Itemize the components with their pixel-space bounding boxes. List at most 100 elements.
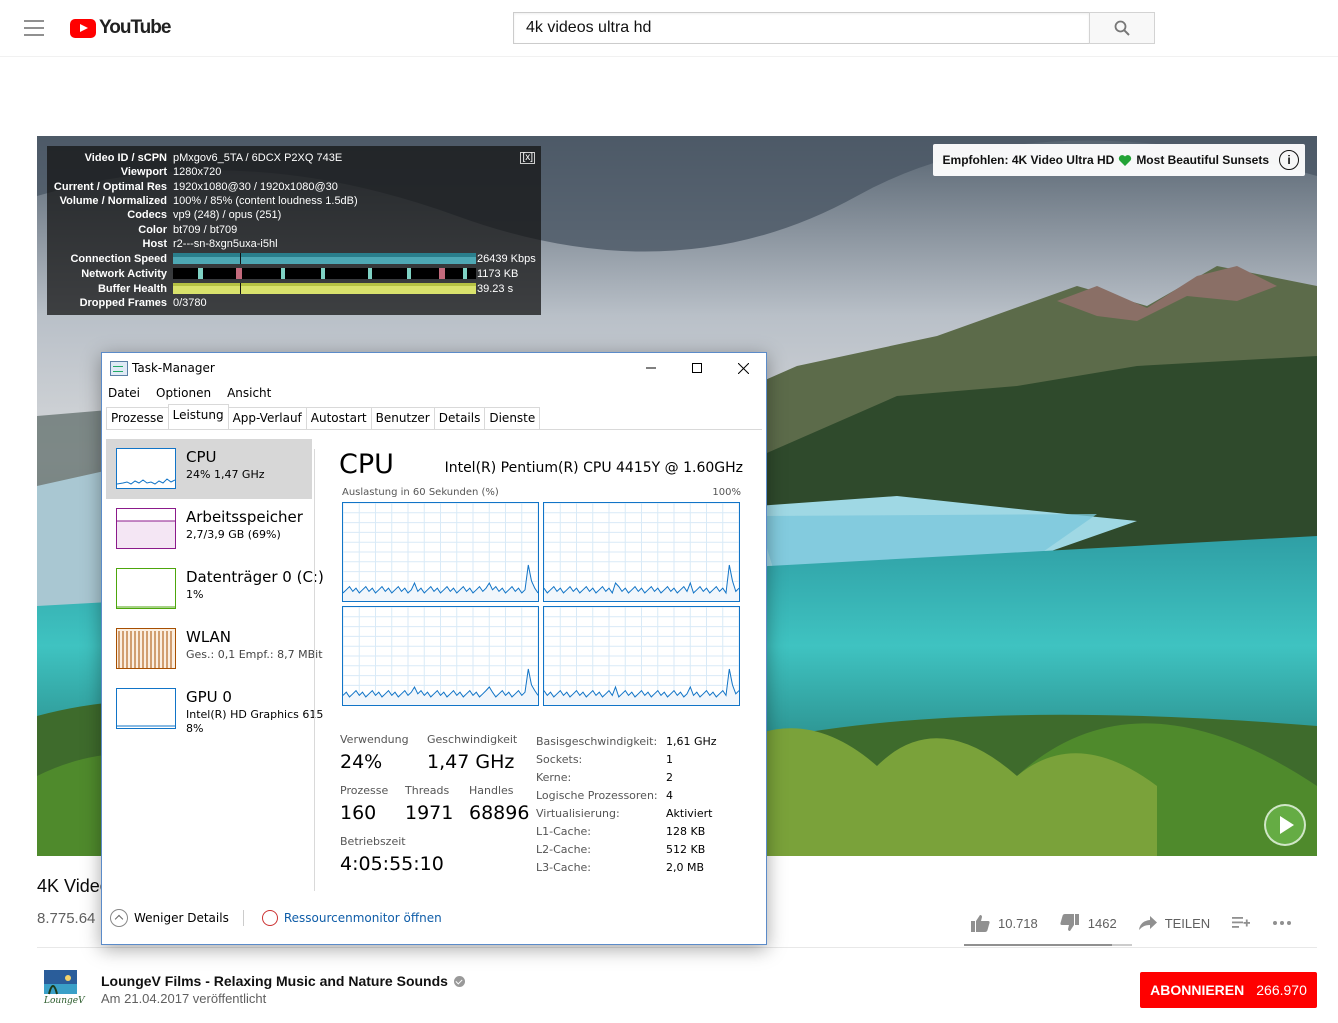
add-to-playlist-button[interactable] xyxy=(1232,916,1251,930)
recommendation-title: Most Beautiful Sunsets xyxy=(1136,153,1269,167)
tab-prozesse[interactable]: Prozesse xyxy=(106,407,169,429)
search-button[interactable] xyxy=(1089,12,1155,44)
stats-label: Host xyxy=(142,238,167,250)
tab-leistung[interactable]: Leistung xyxy=(167,404,229,429)
more-options-button[interactable] xyxy=(1272,920,1292,926)
menu-datei[interactable]: Datei xyxy=(108,386,140,400)
stats-value: 100% / 85% (content loudness 1.5dB) xyxy=(173,195,358,207)
resource-cpu[interactable]: CPU 24% 1,47 GHz xyxy=(106,439,312,499)
cpu-core-plot xyxy=(544,607,739,705)
cpu-core-graph xyxy=(543,606,740,706)
tab-benutzer[interactable]: Benutzer xyxy=(370,407,435,429)
stats-label: Viewport xyxy=(120,166,167,178)
maximize-button[interactable] xyxy=(674,353,720,383)
buffer-health-bar xyxy=(173,283,476,294)
subscriber-count: 266.970 xyxy=(1256,982,1307,998)
like-button[interactable]: 10.718 xyxy=(970,914,1038,932)
cpu-mini-graph xyxy=(116,448,176,489)
task-manager-window[interactable]: Task-Manager Datei Optionen Ansicht Proz… xyxy=(101,352,767,945)
sentiment-bar xyxy=(964,944,1132,946)
resource-memory[interactable]: Arbeitsspeicher 2,7/3,9 GB (69%) xyxy=(106,499,312,559)
tab-autostart[interactable]: Autostart xyxy=(305,407,372,429)
wlan-mini-graph xyxy=(116,628,176,669)
dislike-button[interactable]: 1462 xyxy=(1060,914,1117,932)
fewer-details-link[interactable]: Weniger Details xyxy=(134,911,229,925)
resource-name: CPU xyxy=(186,448,217,466)
share-button[interactable]: TEILEN xyxy=(1138,916,1210,931)
resource-name: Arbeitsspeicher xyxy=(186,508,303,526)
threads-value: 1971 xyxy=(405,802,454,824)
collapse-icon[interactable] xyxy=(110,909,128,927)
menu-icon[interactable] xyxy=(24,20,44,36)
cpu-core-graph xyxy=(342,606,539,706)
memory-mini-graph xyxy=(116,508,176,549)
resource-gpu[interactable]: GPU 0 Intel(R) HD Graphics 615 8% xyxy=(106,679,323,739)
detail-row: L2-Cache: 512 KB xyxy=(536,841,717,859)
video-title: 4K Video xyxy=(37,876,110,896)
detail-row: Virtualisierung: Aktiviert xyxy=(536,805,717,823)
stats-label: Color xyxy=(138,224,167,236)
resource-disk[interactable]: Datenträger 0 (C:) 1% xyxy=(106,559,324,619)
recommendation-card[interactable]: Empfohlen: 4K Video Ultra HD Most Beauti… xyxy=(932,144,1305,176)
detail-key: Sockets: xyxy=(536,753,583,766)
sentiment-bar-fill xyxy=(964,944,1112,946)
stats-label: Network Activity xyxy=(81,268,167,280)
channel-name-text: LoungeV Films - Relaxing Music and Natur… xyxy=(101,973,448,989)
detail-row: Kerne: 2 xyxy=(536,769,717,787)
view-count: 8.775.64 xyxy=(37,910,96,927)
resource-list: CPU 24% 1,47 GHz Arbeitsspeicher 2,7/3,9… xyxy=(106,439,324,894)
stats-label: Codecs xyxy=(127,209,167,221)
title-bar[interactable]: Task-Manager xyxy=(102,353,766,383)
resource-monitor-link[interactable]: Ressourcenmonitor öffnen xyxy=(284,911,442,925)
play-icon[interactable] xyxy=(1264,804,1306,846)
share-icon xyxy=(1138,916,1157,930)
uptime-value: 4:05:55:10 xyxy=(340,853,444,875)
resource-summary: 1% xyxy=(186,588,204,601)
stats-label: Buffer Health xyxy=(97,283,167,295)
youtube-logo[interactable]: YouTube xyxy=(70,17,171,39)
heart-icon xyxy=(1119,154,1132,166)
stats-value: 39.23 s xyxy=(477,283,514,295)
masthead: YouTube xyxy=(0,0,1338,57)
search-box xyxy=(513,12,1155,44)
like-count: 10.718 xyxy=(998,915,1038,931)
tab-details[interactable]: Details xyxy=(433,407,486,429)
minimize-button[interactable] xyxy=(628,353,674,383)
dislike-count: 1462 xyxy=(1087,915,1117,931)
channel-name[interactable]: LoungeV Films - Relaxing Music and Natur… xyxy=(101,973,465,989)
stats-value: r2---sn-8xgn5uxa-i5hl xyxy=(173,238,278,250)
publish-date: Am 21.04.2017 veröffentlicht xyxy=(101,991,267,1006)
handles-value: 68896 xyxy=(469,802,530,824)
info-icon[interactable]: i xyxy=(1279,150,1299,170)
subscribe-button[interactable]: ABONNIEREN 266.970 xyxy=(1140,972,1317,1008)
cpu-core-plot xyxy=(343,607,538,705)
detail-value: 128 KB xyxy=(666,825,706,838)
usage-value: 24% xyxy=(340,751,383,773)
video-actions: 10.718 1462 TEILEN xyxy=(970,908,1314,938)
resource-name: Datenträger 0 (C:) xyxy=(186,568,324,586)
performance-heading: CPU xyxy=(339,449,394,480)
network-activity-bar xyxy=(173,268,476,279)
cpu-core-graph xyxy=(342,502,539,602)
menu-optionen[interactable]: Optionen xyxy=(156,386,211,400)
detail-key: Basisgeschwindigkeit: xyxy=(536,735,658,748)
detail-value: Aktiviert xyxy=(666,807,713,820)
menu-ansicht[interactable]: Ansicht xyxy=(227,386,271,400)
speed-value: 1,47 GHz xyxy=(427,751,515,773)
minimize-icon xyxy=(646,367,656,369)
tab-app-verlauf[interactable]: App-Verlauf xyxy=(227,407,307,429)
search-input[interactable] xyxy=(513,12,1089,44)
resource-wlan[interactable]: WLAN Ges.: 0,1 Empf.: 8,7 MBit xyxy=(106,619,323,679)
detail-value: 2 xyxy=(666,771,673,784)
close-button[interactable] xyxy=(720,353,766,383)
graph-caption: Auslastung in 60 Sekunden (%) xyxy=(342,487,499,498)
pane-divider[interactable] xyxy=(314,449,315,891)
graph-max-label: 100% xyxy=(712,487,741,498)
resource-monitor-icon xyxy=(261,910,278,926)
detail-value: 4 xyxy=(666,789,673,802)
channel-logo-text: LoungeV xyxy=(44,996,85,1006)
detail-key: L2-Cache: xyxy=(536,843,592,856)
resource-summary-2: 8% xyxy=(186,722,204,735)
youtube-wordmark: YouTube xyxy=(99,17,171,38)
tab-dienste[interactable]: Dienste xyxy=(484,407,541,429)
